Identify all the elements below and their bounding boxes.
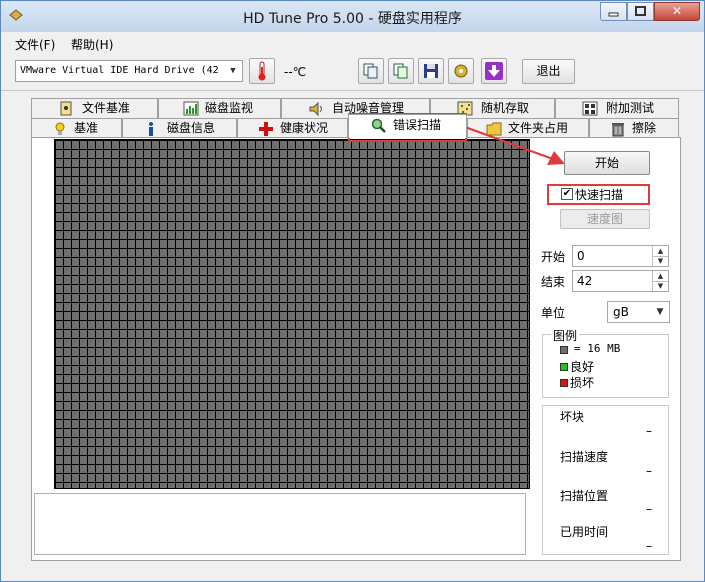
scan-position-value: – [646,502,652,516]
drive-select-value: VMware Virtual IDE Hard Drive (42 [20,65,219,76]
scan-block-map [54,139,530,489]
tab-erase[interactable]: 擦除 [589,118,679,138]
tab-label: 错误扫描 [393,118,442,132]
bad-blocks-label: 坏块 [560,410,585,424]
tab-label: 健康状况 [280,121,329,135]
close-button[interactable]: ✕ [654,2,700,21]
title-bar[interactable]: HD Tune Pro 5.00 - 硬盘实用程序 ✕ [1,1,704,32]
thermometer-icon [258,61,266,81]
save-button[interactable] [418,58,444,84]
options-button[interactable] [448,58,474,84]
copy-screenshot-button[interactable] [388,58,414,84]
file-benchmark-icon [60,101,72,116]
unit-label: 单位 [541,306,566,320]
copy-icon [363,63,378,79]
speaker-icon [309,101,322,117]
folder-icon [486,122,502,136]
tab-disk-info[interactable]: 磁盘信息 [122,118,237,138]
spin-down-icon[interactable]: ▼ [652,256,668,266]
spin-down-icon[interactable]: ▼ [652,281,668,291]
maximize-button[interactable] [627,2,654,21]
legend-bad-label: 损坏 [570,376,595,390]
speed-map-button[interactable]: 速度图 [560,209,650,229]
start-scan-button[interactable]: 开始 [564,151,650,175]
benchmark-icon [55,122,65,135]
quick-scan-label: 快速扫描 [575,188,624,202]
legend-good-swatch [560,363,568,371]
down-arrow-icon [485,62,503,80]
chevron-down-icon: ▼ [656,307,664,317]
maximize-icon [635,6,646,16]
temperature-readout: --℃ [284,65,307,79]
magnifier-icon [371,118,386,133]
legend-block-swatch [560,346,568,354]
tab-label: 磁盘信息 [167,121,216,135]
wrench-gear-icon [454,64,468,78]
minimize-icon [608,12,619,17]
close-icon: ✕ [671,4,683,18]
tab-health[interactable]: 健康状况 [237,118,348,138]
tab-label: 基准 [74,121,99,135]
copy-info-button[interactable] [358,58,384,84]
tab-folder-usage[interactable]: 文件夹占用 [467,118,589,138]
scan-log-box [34,493,526,555]
exit-button[interactable]: 退出 [522,59,575,84]
tab-file-benchmark[interactable]: 文件基准 [31,98,158,118]
unit-select[interactable]: gB ▼ [607,301,670,323]
toolbar: VMware Virtual IDE Hard Drive (42 ▼ --℃ [1,54,704,91]
tab-label: 磁盘监视 [205,101,254,115]
start-spinner[interactable]: 0 ▲ ▼ [572,245,669,267]
temperature-button[interactable] [249,58,275,84]
info-icon [149,122,153,136]
window-title: HD Tune Pro 5.00 - 硬盘实用程序 [243,11,462,27]
download-button[interactable] [481,58,507,84]
app-window: HD Tune Pro 5.00 - 硬盘实用程序 ✕ 文件(F) 帮助(H) … [0,0,705,582]
tab-extra-tests[interactable]: 附加测试 [555,98,679,118]
disk-monitor-icon [183,101,199,116]
health-cross-icon [259,122,273,136]
tab-label: 文件夹占用 [508,121,569,135]
menu-file[interactable]: 文件(F) [15,36,55,53]
extra-tests-icon [582,101,598,116]
chevron-down-icon: ▼ [230,66,236,76]
tab-benchmark[interactable]: 基准 [31,118,122,138]
start-field-label: 开始 [541,250,566,264]
tab-label: 擦除 [632,121,657,135]
menu-bar: 文件(F) 帮助(H) [1,32,704,54]
start-value: 0 [577,249,585,263]
elapsed-time-value: – [646,539,652,553]
scan-position-label: 扫描位置 [560,489,609,503]
drive-select[interactable]: VMware Virtual IDE Hard Drive (42 ▼ [15,60,243,82]
menu-help[interactable]: 帮助(H) [71,36,113,53]
copy-image-icon [393,63,408,79]
floppy-disk-icon [424,64,438,78]
legend-block-size: = 16 MB [574,342,621,355]
elapsed-time-label: 已用时间 [560,525,609,539]
tab-label: 随机存取 [481,101,530,115]
tab-disk-monitor[interactable]: 磁盘监视 [158,98,281,118]
tab-label: 文件基准 [82,101,131,115]
tab-error-scan[interactable]: 错误扫描 [348,114,467,138]
tab-label: 附加测试 [606,101,655,115]
minimize-button[interactable] [600,2,627,21]
legend-good-label: 良好 [570,360,595,374]
checkmark-icon: ✔ [562,188,572,199]
scan-speed-value: – [646,464,652,478]
quick-scan-checkbox[interactable]: ✔ [561,188,573,200]
unit-value: gB [613,305,629,319]
end-value: 42 [577,274,593,288]
bad-blocks-value: – [646,424,652,438]
trash-icon [612,123,624,137]
scan-speed-label: 扫描速度 [560,450,609,464]
end-spinner[interactable]: 42 ▲ ▼ [572,270,669,292]
end-field-label: 结束 [541,275,566,289]
legend-bad-swatch [560,379,568,387]
